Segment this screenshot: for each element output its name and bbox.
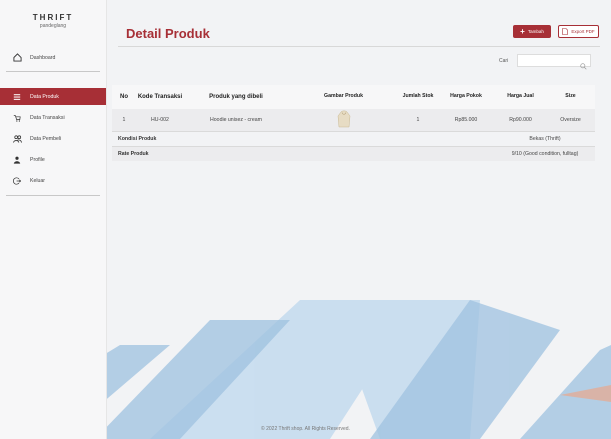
search-icon[interactable] <box>580 57 587 75</box>
add-product-button[interactable]: + Tambah <box>513 25 551 38</box>
column-header-no: No <box>112 85 136 109</box>
sidebar-item-data-pembeli[interactable]: Data Pembeli <box>0 130 106 147</box>
add-button-label: Tambah <box>527 29 544 34</box>
sidebar: THRIFT pandeglang Dashboard Data Produk … <box>0 0 107 439</box>
column-header-pokok: Harga Pokok <box>437 85 495 109</box>
export-pdf-button[interactable]: Export PDF <box>558 25 599 38</box>
search-bar: Cari <box>499 54 592 73</box>
rate-value: 9/10 (Good condition, fulltag) <box>495 145 595 161</box>
column-header-kode: Kode Transaksi <box>136 85 184 109</box>
main-content: Detail Produk + Tambah Export PDF Cari N… <box>107 0 611 439</box>
divider <box>6 195 100 196</box>
sidebar-item-data-transaksi[interactable]: Data Transaksi <box>0 109 106 126</box>
cell-gambar <box>288 109 399 131</box>
page-title: Detail Produk <box>126 26 210 41</box>
sidebar-item-label: Profile <box>30 156 45 163</box>
search-box <box>517 54 592 73</box>
sidebar-item-label: Keluar <box>30 177 45 184</box>
divider <box>6 71 100 72</box>
export-button-label: Export PDF <box>571 29 595 34</box>
home-icon <box>12 53 22 63</box>
sidebar-item-label: Data Produk <box>30 93 59 100</box>
list-icon <box>12 92 22 102</box>
brand-title: THRIFT <box>32 13 74 22</box>
cart-icon <box>12 113 22 123</box>
search-label: Cari <box>499 57 509 64</box>
cell-pokok: Rp85.000 <box>437 109 495 131</box>
sidebar-item-label: Dashboard <box>30 54 56 61</box>
column-header-size: Size <box>546 85 595 109</box>
cell-no: 1 <box>112 109 136 131</box>
users-icon <box>12 134 22 144</box>
page-header: Detail Produk + Tambah Export PDF <box>118 20 600 47</box>
column-header-jual: Harga Jual <box>495 85 546 109</box>
column-header-stok: Jumlah Stok <box>399 85 437 109</box>
sidebar-item-data-produk[interactable]: Data Produk <box>0 88 106 105</box>
logout-icon <box>12 176 22 186</box>
kondisi-row: Kondisi Produk Bekas (Thrift) <box>112 130 595 146</box>
kondisi-value: Bekas (Thrift) <box>495 130 595 146</box>
sidebar-item-dashboard[interactable]: Dashboard <box>0 49 106 66</box>
sidebar-item-profile[interactable]: Profile <box>0 151 106 168</box>
brand-subtitle: pandeglang <box>39 23 67 29</box>
cell-stok: 1 <box>399 109 437 131</box>
kondisi-label: Kondisi Produk <box>112 130 495 146</box>
brand-logo: THRIFT pandeglang <box>0 0 106 47</box>
pdf-file-icon <box>562 27 569 36</box>
cell-size: Oversize <box>546 109 595 131</box>
sidebar-item-label: Data Transaksi <box>30 114 65 121</box>
cell-jual: Rp90.000 <box>495 109 546 131</box>
sidebar-item-label: Data Pembeli <box>30 135 62 142</box>
plus-icon: + <box>520 26 525 36</box>
rate-row: Rate Produk 9/10 (Good condition, fullta… <box>112 145 595 161</box>
table-header-row: No Kode Transaksi Produk yang dibeli Gam… <box>112 85 595 109</box>
person-icon <box>12 155 22 165</box>
cell-kode: HU-002 <box>136 109 184 131</box>
rate-label: Rate Produk <box>112 145 495 161</box>
column-header-gambar: Gambar Produk <box>288 85 399 109</box>
product-detail-table: No Kode Transaksi Produk yang dibeli Gam… <box>112 85 595 161</box>
product-image <box>337 110 350 127</box>
sidebar-item-keluar[interactable]: Keluar <box>0 172 106 189</box>
table-row: 1 HU-002 Hoodie unisez - cream 1 Rp85.00… <box>112 109 595 131</box>
cell-produk: Hoodie unisez - cream <box>184 109 288 131</box>
search-input[interactable] <box>518 61 579 73</box>
column-header-produk: Produk yang dibeli <box>184 85 288 109</box>
footer-copyright: © 2022 Thrift shop. All Rights Reserved. <box>261 426 350 432</box>
